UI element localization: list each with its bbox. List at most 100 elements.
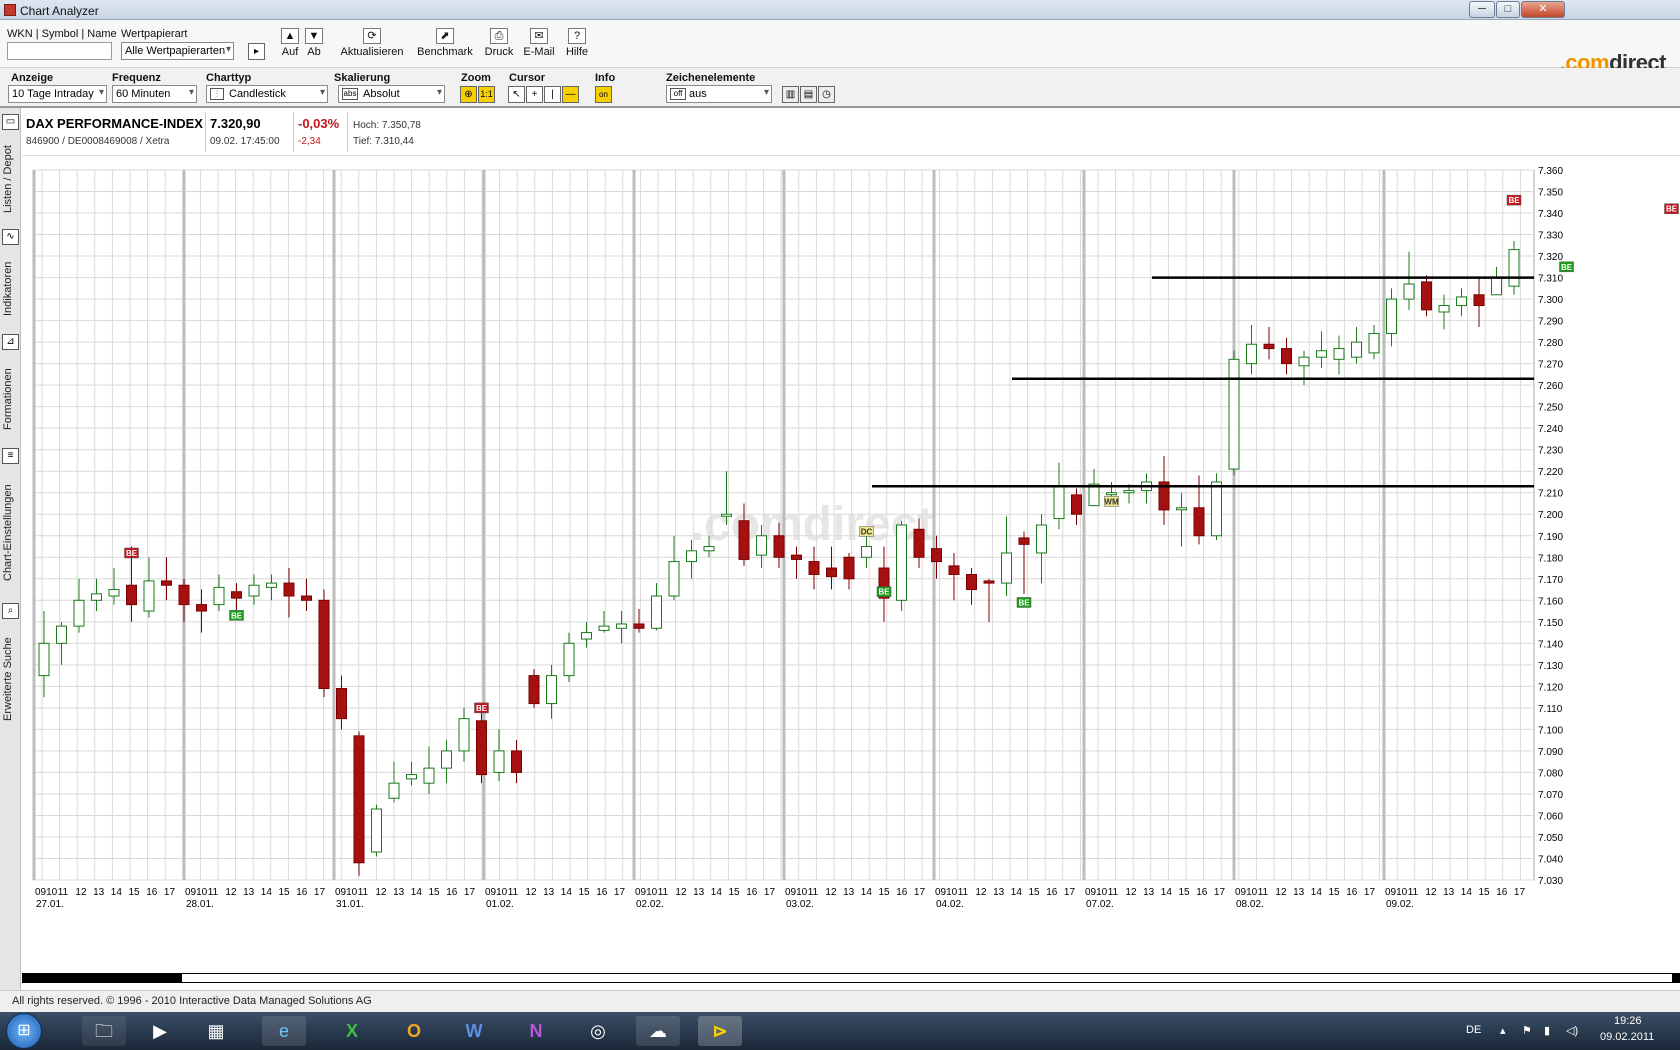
- flag-icon[interactable]: ⚑: [1522, 1024, 1532, 1037]
- zoom-reset-button[interactable]: 1:1: [478, 86, 495, 103]
- tab-formationen[interactable]: Formationen: [2, 355, 19, 443]
- taskbar-messenger[interactable]: ☁: [636, 1016, 680, 1046]
- x-hour-label: 11: [1408, 887, 1419, 898]
- druck-button[interactable]: ⎙ Druck: [483, 28, 515, 58]
- candle-body: [301, 595, 312, 601]
- candle-body: [56, 625, 67, 644]
- cursor-pointer-button[interactable]: ↖: [508, 86, 525, 103]
- x-date-label: 04.02.: [936, 899, 964, 910]
- auf-button[interactable]: ▲ Auf: [279, 28, 301, 58]
- volume-icon[interactable]: ◁): [1566, 1024, 1578, 1037]
- email-button[interactable]: ✉ E-Mail: [522, 28, 556, 58]
- y-tick-label: 7.240: [1538, 424, 1563, 435]
- main-toolbar: WKN | Symbol | Name Wertpapierart Alle W…: [0, 20, 1680, 75]
- signal-label: BE: [1508, 196, 1520, 205]
- y-tick-label: 7.140: [1538, 639, 1563, 650]
- candle-body: [581, 632, 592, 640]
- zeichenelemente-select[interactable]: off aus: [666, 85, 772, 103]
- taskbar-calculator[interactable]: ▦: [194, 1016, 238, 1046]
- draw-clock-button[interactable]: ◷: [818, 86, 835, 103]
- benchmark-icon: ⬈: [436, 28, 454, 44]
- start-button[interactable]: ⊞: [6, 1013, 42, 1049]
- signal-label: WM: [1104, 497, 1119, 506]
- candle-body: [1263, 343, 1275, 350]
- x-hour-label: 12: [825, 887, 837, 898]
- x-hour-label: 14: [1461, 887, 1473, 898]
- play-icon: ▸: [253, 46, 260, 57]
- draw-notes-button[interactable]: ▤: [800, 86, 817, 103]
- network-icon[interactable]: ▮: [1544, 1024, 1550, 1037]
- cursor-vertical-button[interactable]: |: [544, 86, 561, 103]
- draw-bars-button[interactable]: ▥: [782, 86, 799, 103]
- x-hour-label: 0910: [1385, 887, 1408, 898]
- candle-body: [441, 750, 452, 769]
- candle-body: [1473, 294, 1485, 307]
- taskbar-explorer[interactable]: 🗀: [82, 1016, 126, 1046]
- x-hour-label: 11: [208, 887, 219, 898]
- tray-arrow-icon[interactable]: ▴: [1500, 1024, 1506, 1037]
- frequenz-select[interactable]: 60 Minuten: [112, 85, 197, 103]
- arrow-up-icon: ▲: [281, 28, 299, 44]
- formation-icon[interactable]: ⊿: [2, 334, 19, 350]
- chart-scrollbar[interactable]: [22, 973, 1680, 983]
- x-hour-label: 13: [693, 887, 705, 898]
- taskbar-app-circle[interactable]: ◎: [576, 1016, 620, 1046]
- off-icon: off: [670, 88, 686, 100]
- settings-list-icon[interactable]: ≡: [2, 448, 19, 464]
- x-date-label: 01.02.: [486, 899, 514, 910]
- go-button[interactable]: ▸: [248, 43, 265, 60]
- taskbar-excel[interactable]: X: [330, 1016, 374, 1046]
- tab-listen-depot[interactable]: Listen / Depot: [2, 134, 19, 224]
- info-toggle[interactable]: on: [595, 86, 612, 103]
- aktualisieren-button[interactable]: ⟳ Aktualisieren: [338, 28, 406, 58]
- taskbar-outlook[interactable]: O: [392, 1016, 436, 1046]
- taskbar-word[interactable]: W: [452, 1016, 496, 1046]
- language-indicator[interactable]: DE: [1466, 1024, 1481, 1036]
- tab-indikatoren[interactable]: Indikatoren: [2, 250, 19, 328]
- candle-body: [178, 584, 190, 606]
- arrow-down-icon: ▼: [305, 28, 323, 44]
- close-button[interactable]: ✕: [1521, 1, 1565, 18]
- folder-icon[interactable]: ▭: [2, 114, 19, 130]
- print-icon: ⎙: [490, 28, 508, 44]
- cursor-horizontal-button[interactable]: —: [562, 86, 579, 103]
- hilfe-button[interactable]: ? Hilfe: [563, 28, 591, 58]
- indicator-icon[interactable]: ∿: [2, 229, 19, 245]
- taskbar-onenote[interactable]: N: [514, 1016, 558, 1046]
- wkn-input[interactable]: [7, 42, 112, 60]
- candlestick-chart[interactable]: .comdirect7.0307.0407.0507.0607.0707.080…: [22, 160, 1680, 960]
- candle-body: [458, 718, 470, 752]
- taskbar-chart-analyzer[interactable]: ⊳: [698, 1016, 742, 1046]
- tab-erweiterte-suche[interactable]: Erweiterte Suche: [2, 624, 19, 734]
- search-icon[interactable]: ⌕: [2, 603, 19, 619]
- candle-body: [1386, 298, 1397, 335]
- y-tick-label: 7.190: [1538, 532, 1563, 543]
- tab-chart-einstellungen[interactable]: Chart-Einstellungen: [2, 469, 19, 597]
- x-hour-label: 12: [1425, 887, 1437, 898]
- benchmark-button[interactable]: ⬈ Benchmark: [416, 28, 474, 58]
- y-tick-label: 7.170: [1538, 575, 1563, 586]
- candle-body: [1368, 333, 1380, 354]
- candle-body: [126, 584, 137, 606]
- scrollbar-thumb[interactable]: [182, 974, 1672, 982]
- ab-button[interactable]: ▼ Ab: [304, 28, 324, 58]
- x-hour-label: 16: [746, 887, 758, 898]
- taskbar-ie[interactable]: e: [262, 1016, 306, 1046]
- anzeige-select[interactable]: 10 Tage Intraday: [8, 85, 107, 103]
- taskbar-media[interactable]: ▶: [138, 1016, 182, 1046]
- candle-body: [423, 767, 435, 784]
- app-icon: [4, 4, 16, 16]
- minimize-button[interactable]: ─: [1469, 1, 1495, 18]
- cursor-crosshair-button[interactable]: +: [526, 86, 543, 103]
- mail-icon: ✉: [530, 28, 548, 44]
- candle-body: [1071, 494, 1082, 515]
- x-hour-label: 0910: [35, 887, 58, 898]
- wertpapierart-select[interactable]: Alle Wertpapierarten: [121, 42, 234, 60]
- zoom-in-button[interactable]: ⊕: [460, 86, 477, 103]
- maximize-button[interactable]: □: [1496, 1, 1520, 18]
- candle-body: [791, 554, 802, 560]
- skalierung-select[interactable]: abs Absolut: [338, 85, 445, 103]
- y-tick-label: 7.300: [1538, 295, 1563, 306]
- charttyp-select[interactable]: ⫶ Candlestick: [206, 85, 328, 103]
- notes-icon: ▤: [803, 89, 814, 100]
